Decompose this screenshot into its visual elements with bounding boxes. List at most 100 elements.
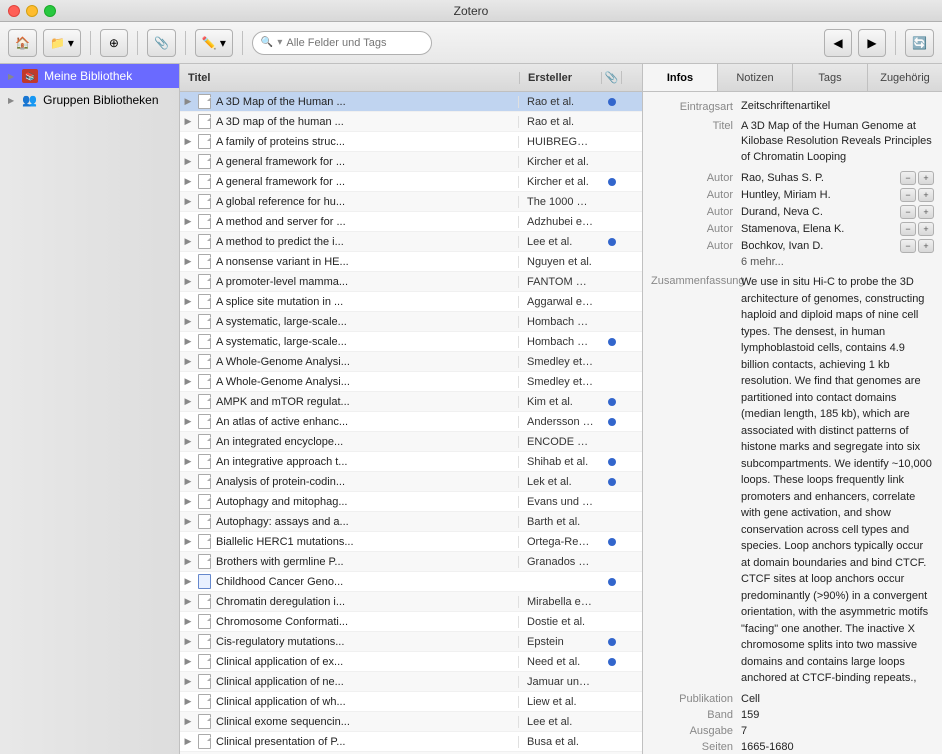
author-add-4[interactable]: + — [918, 239, 934, 253]
tab-tags[interactable]: Tags — [793, 64, 868, 91]
tab-zugehoerig[interactable]: Zugehörig — [868, 64, 942, 91]
author-remove-2[interactable]: − — [900, 205, 916, 219]
author-remove-0[interactable]: − — [900, 171, 916, 185]
author-add-1[interactable]: + — [918, 188, 934, 202]
list-item[interactable]: ▶A systematic, large-scale...Hombach et … — [180, 312, 642, 332]
list-item[interactable]: ▶Clinical application of ex...Need et al… — [180, 652, 642, 672]
search-box[interactable]: 🔍 ▾ — [252, 31, 432, 55]
collection-button[interactable]: 📁 ▾ — [43, 29, 81, 57]
list-item[interactable]: ▶Clinical application of ne...Jamuar und… — [180, 672, 642, 692]
edit-button[interactable]: ✏️ ▾ — [195, 29, 233, 57]
list-item[interactable]: ▶Childhood Cancer Geno... — [180, 572, 642, 592]
minimize-button[interactable] — [26, 5, 38, 17]
list-item[interactable]: ▶A global reference for hu...The 1000 Ge… — [180, 192, 642, 212]
item-title: Clinical application of wh... — [212, 696, 518, 708]
list-item[interactable]: ▶A 3D Map of the Human ...Rao et al. — [180, 92, 642, 112]
sep3 — [185, 31, 186, 55]
list-item[interactable]: ▶Autophagy and mitophag...Evans und Holz… — [180, 492, 642, 512]
author-add-0[interactable]: + — [918, 171, 934, 185]
item-title: An integrative approach t... — [212, 456, 518, 468]
document-icon — [196, 474, 212, 490]
add-item-button[interactable]: ⊕ — [100, 29, 128, 57]
list-item[interactable]: ▶A 3D map of the human ...Rao et al. — [180, 112, 642, 132]
library-icon: 📚 — [22, 69, 38, 83]
item-author: Ortega-Recalde et al. — [518, 536, 602, 548]
list-item[interactable]: ▶An integrated encyclope...ENCODE Projec… — [180, 432, 642, 452]
list-header: Titel Ersteller 📎 — [180, 64, 642, 92]
list-item[interactable]: ▶Clinical presentation of P...Busa et al… — [180, 732, 642, 752]
item-title: Cis-regulatory mutations... — [212, 636, 518, 648]
expand-arrow: ▶ — [180, 536, 196, 547]
col-author-header[interactable]: Ersteller — [520, 72, 602, 84]
tab-infos[interactable]: Infos — [643, 64, 718, 91]
item-title: A 3D Map of the Human ... — [212, 96, 518, 108]
item-title: Childhood Cancer Geno... — [212, 576, 518, 588]
maximize-button[interactable] — [44, 5, 56, 17]
document-icon — [196, 454, 212, 470]
list-item[interactable]: ▶Biallelic HERC1 mutations...Ortega-Reca… — [180, 532, 642, 552]
list-item[interactable]: ▶A splice site mutation in ...Aggarwal e… — [180, 292, 642, 312]
author-add-3[interactable]: + — [918, 222, 934, 236]
attach-button[interactable]: 📎 — [147, 29, 176, 57]
expand-arrow: ▶ — [180, 676, 196, 687]
author-add-2[interactable]: + — [918, 205, 934, 219]
tab-notizen[interactable]: Notizen — [718, 64, 793, 91]
ausgabe-field: Ausgabe 7 — [651, 725, 934, 737]
list-item[interactable]: ▶A Whole-Genome Analysi...Smedley et al. — [180, 352, 642, 372]
read-indicator — [602, 235, 622, 249]
list-item[interactable]: ▶A method and server for ...Adzhubei et … — [180, 212, 642, 232]
list-item[interactable]: ▶A promoter-level mamma...FANTOM Consort… — [180, 272, 642, 292]
sync-button[interactable]: 🔄 — [905, 29, 934, 57]
title-label: Titel — [651, 119, 741, 165]
list-item[interactable]: ▶A Whole-Genome Analysi...Smedley et al. — [180, 372, 642, 392]
author-label-2: Autor — [651, 206, 741, 218]
forward-icon: ▶ — [867, 36, 876, 50]
list-item[interactable]: ▶Clinical exome sequencin...Lee et al. — [180, 712, 642, 732]
list-item[interactable]: ▶A family of proteins struc...HUIBREGTSE — [180, 132, 642, 152]
expand-arrow: ▶ — [180, 136, 196, 147]
list-item[interactable]: ▶AMPK and mTOR regulat...Kim et al. — [180, 392, 642, 412]
list-item[interactable]: ▶Brothers with germline P...Granados et … — [180, 552, 642, 572]
document-icon — [196, 194, 212, 210]
author-remove-4[interactable]: − — [900, 239, 916, 253]
item-title: A global reference for hu... — [212, 196, 518, 208]
home-button[interactable]: 🏠 — [8, 29, 37, 57]
toolbar: 🏠 📁 ▾ ⊕ 📎 ✏️ ▾ 🔍 ▾ ◀ ▶ 🔄 — [0, 22, 942, 64]
author-remove-1[interactable]: − — [900, 188, 916, 202]
list-item[interactable]: ▶Analysis of protein-codin...Lek et al. — [180, 472, 642, 492]
list-item[interactable]: ▶A systematic, large-scale...Hombach et … — [180, 332, 642, 352]
item-title: Clinical exome sequencin... — [212, 716, 518, 728]
list-item[interactable]: ▶An integrative approach t...Shihab et a… — [180, 452, 642, 472]
list-item[interactable]: ▶Chromosome Conformati...Dostie et al. — [180, 612, 642, 632]
list-item[interactable]: ▶A general framework for ...Kircher et a… — [180, 172, 642, 192]
item-author: Kircher et al. — [518, 156, 602, 168]
nav-back-button[interactable]: ◀ — [824, 29, 852, 57]
document-icon — [196, 394, 212, 410]
list-item[interactable]: ▶A method to predict the i...Lee et al. — [180, 232, 642, 252]
list-item[interactable]: ▶Clinical application of wh...Liew et al… — [180, 692, 642, 712]
list-item[interactable]: ▶Chromatin deregulation i...Mirabella et… — [180, 592, 642, 612]
sidebar-item-my-library[interactable]: ▶ 📚 Meine Bibliothek — [0, 64, 179, 88]
read-indicator — [602, 475, 622, 489]
group-expand-icon: ▶ — [8, 96, 14, 105]
author-remove-3[interactable]: − — [900, 222, 916, 236]
expand-arrow: ▶ — [180, 416, 196, 427]
list-item[interactable]: ▶Cis-regulatory mutations...Epstein — [180, 632, 642, 652]
more-authors-link[interactable]: 6 mehr... — [741, 256, 934, 268]
group-libraries-label: Gruppen Bibliotheken — [43, 93, 158, 107]
col-title-header[interactable]: Titel — [180, 72, 520, 84]
list-item[interactable]: ▶A nonsense variant in HE...Nguyen et al… — [180, 252, 642, 272]
list-item[interactable]: ▶A general framework for ...Kircher et a… — [180, 152, 642, 172]
sidebar-item-group-libraries[interactable]: ▶ 👥 Gruppen Bibliotheken — [0, 88, 179, 112]
nav-forward-button[interactable]: ▶ — [858, 29, 886, 57]
close-button[interactable] — [8, 5, 20, 17]
band-value: 159 — [741, 709, 759, 721]
list-item[interactable]: ▶An atlas of active enhanc...Andersson e… — [180, 412, 642, 432]
item-title: A nonsense variant in HE... — [212, 256, 518, 268]
item-author: Shihab et al. — [518, 456, 602, 468]
expand-arrow: ▶ — [180, 116, 196, 127]
list-item[interactable]: ▶Autophagy: assays and a...Barth et al. — [180, 512, 642, 532]
read-indicator — [602, 635, 622, 649]
title-value: A 3D Map of the Human Genome at Kilobase… — [741, 119, 934, 165]
search-input[interactable] — [286, 37, 426, 49]
